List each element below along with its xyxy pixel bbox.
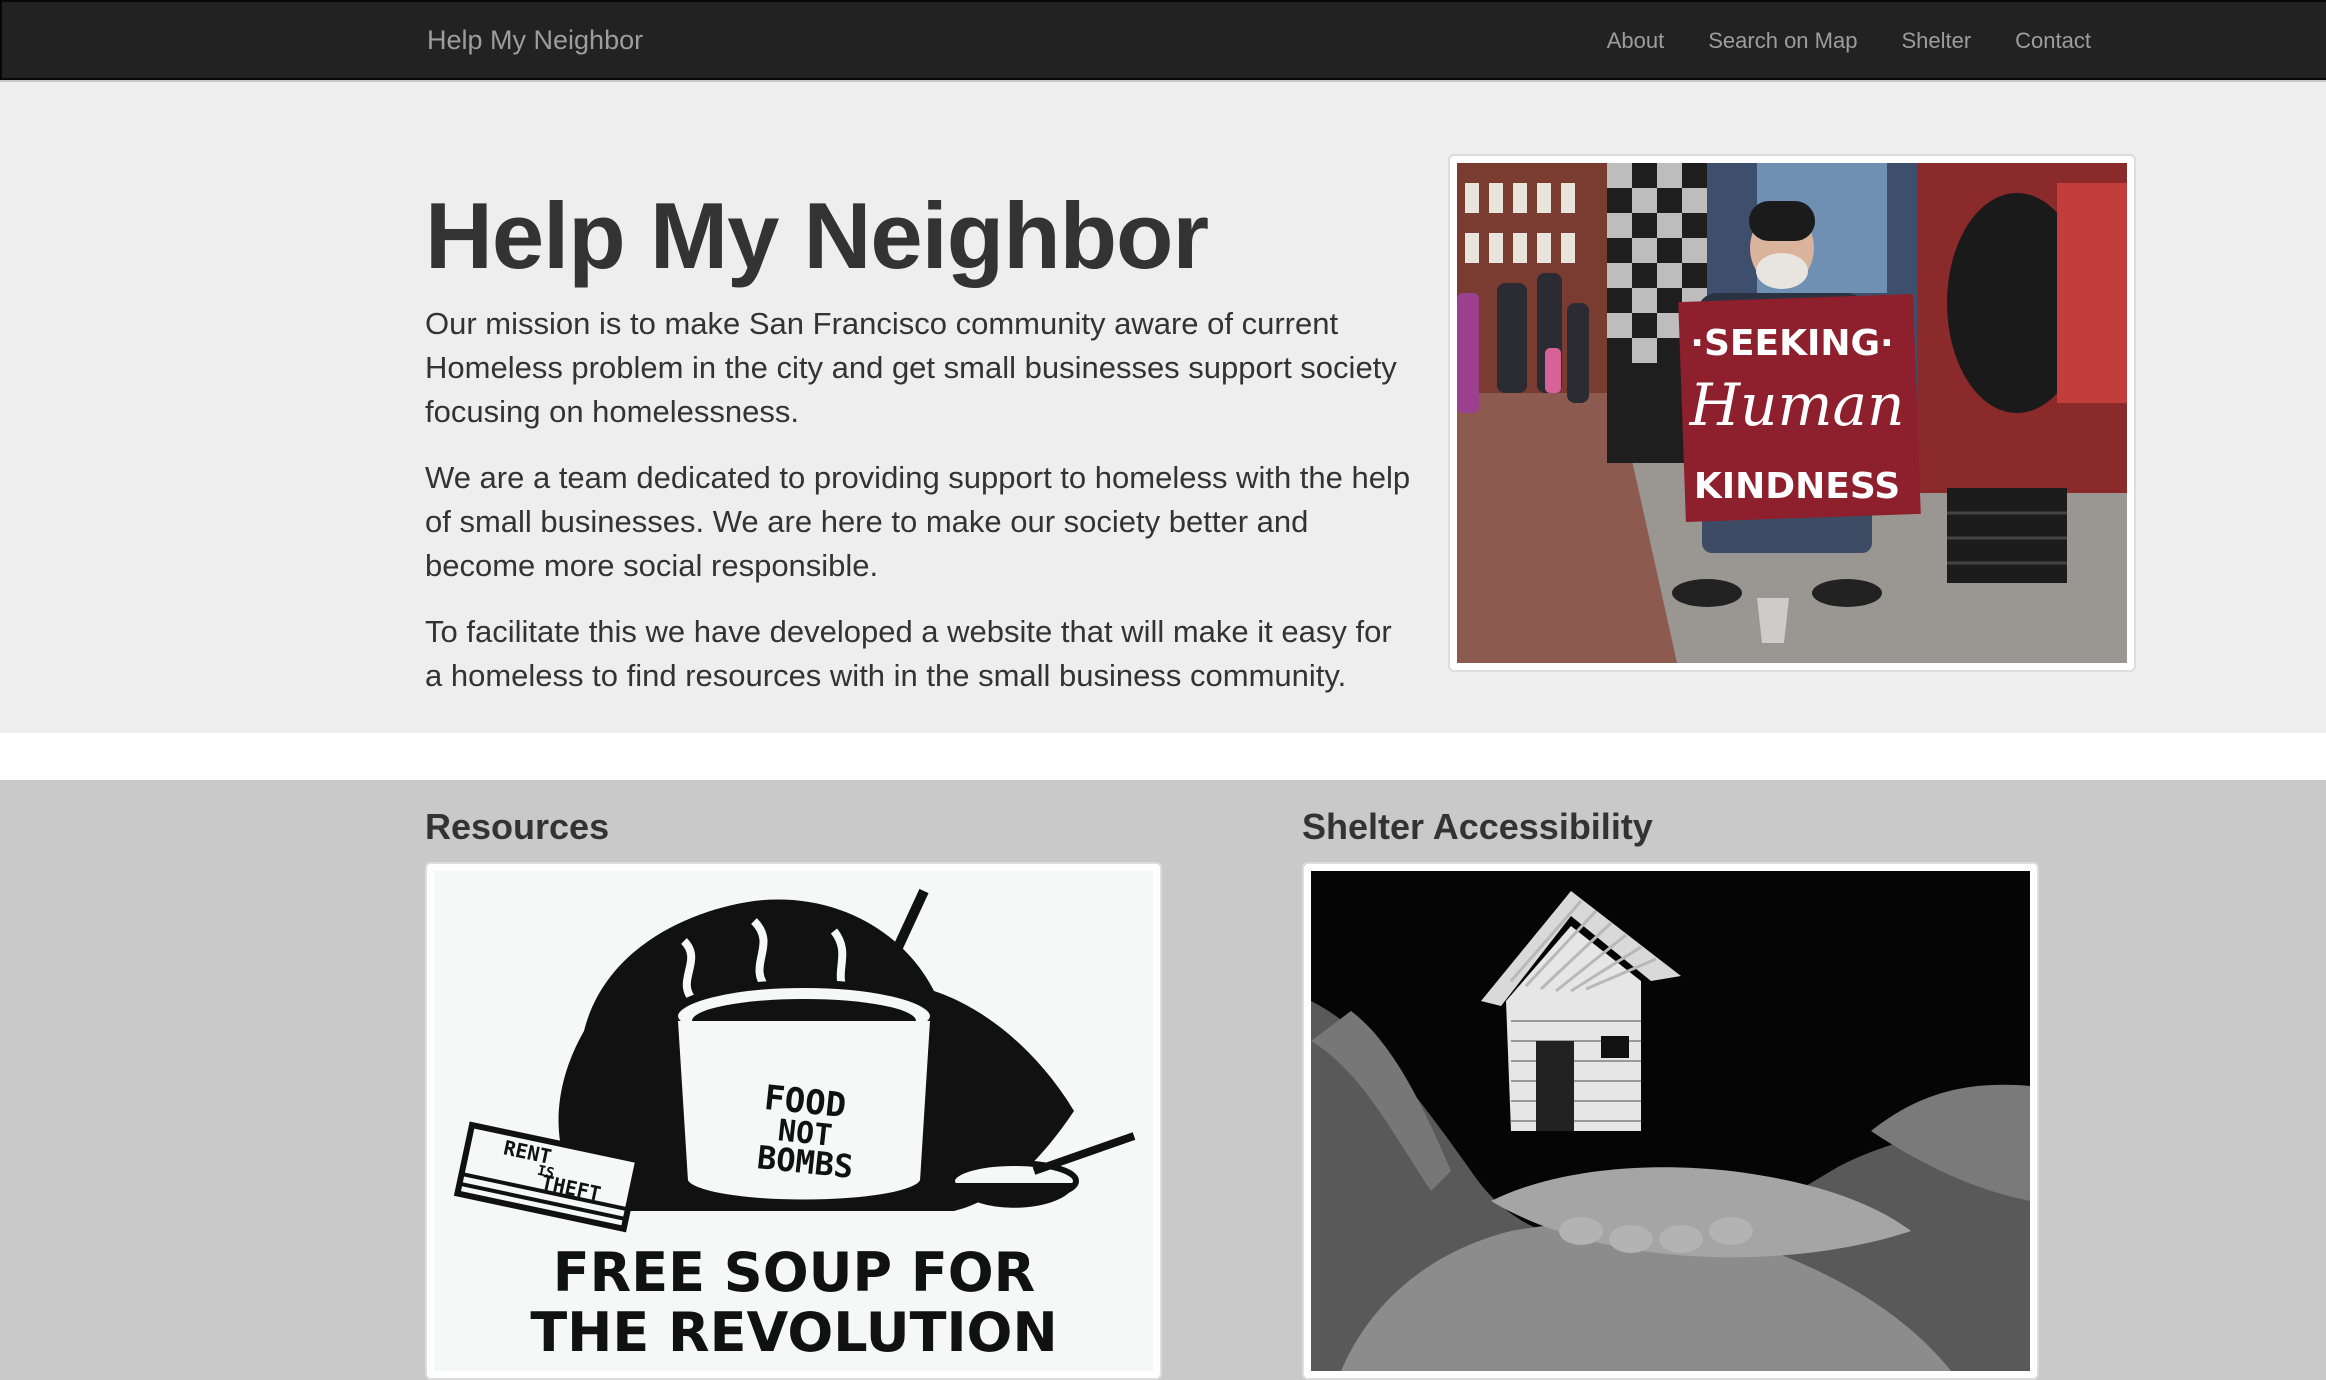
- food-not-bombs-poster: FOOD NOT BOMBS RENT IS THEFT FREE SOUP F…: [434, 871, 1153, 1371]
- nav-link-about[interactable]: About: [1585, 28, 1687, 54]
- nav-link-shelter[interactable]: Shelter: [1879, 28, 1993, 54]
- section-divider: [0, 733, 2326, 780]
- poster-slogan-line1: FREE SOUP FOR: [553, 1241, 1035, 1304]
- features-section: Resources FOOD NOT BOMBS RENT IS THEFT F…: [0, 780, 2326, 1380]
- sign-text-kindness: KINDNESS: [1694, 466, 1900, 507]
- hands-holding-house-photo: [1311, 871, 2030, 1371]
- poster-slogan-line2: THE REVOLUTION: [530, 1301, 1057, 1364]
- sign-text-human: Human: [1689, 371, 1905, 439]
- mission-paragraph: Our mission is to make San Francisco com…: [425, 306, 1397, 429]
- seeking-kindness-photo: ·SEEKING· Human KINDNESS: [1457, 163, 2127, 663]
- hero-photo: ·SEEKING· Human KINDNESS: [1448, 154, 2136, 672]
- resources-heading: Resources: [425, 806, 610, 847]
- navbar: Help My Neighbor About Search on Map She…: [0, 0, 2326, 80]
- nav-link-contact[interactable]: Contact: [1993, 28, 2113, 54]
- team-paragraph: We are a team dedicated to providing sup…: [425, 460, 1411, 583]
- navbar-brand[interactable]: Help My Neighbor: [427, 25, 643, 56]
- nav-links: About Search on Map Shelter Contact: [1585, 28, 2113, 54]
- nav-link-search-on-map[interactable]: Search on Map: [1686, 28, 1879, 54]
- resources-image[interactable]: FOOD NOT BOMBS RENT IS THEFT FREE SOUP F…: [425, 862, 1162, 1380]
- hero-title: Help My Neighbor: [425, 183, 1209, 288]
- shelter-image[interactable]: [1302, 862, 2039, 1380]
- hero-description: Our mission is to make San Francisco com…: [425, 302, 1415, 720]
- website-paragraph: To facilitate this we have developed a w…: [425, 614, 1392, 693]
- sign-text-seeking: ·SEEKING·: [1690, 323, 1893, 364]
- hero-jumbotron: Help My Neighbor Our mission is to make …: [0, 82, 2326, 733]
- shelter-accessibility-heading: Shelter Accessibility: [1302, 806, 1653, 847]
